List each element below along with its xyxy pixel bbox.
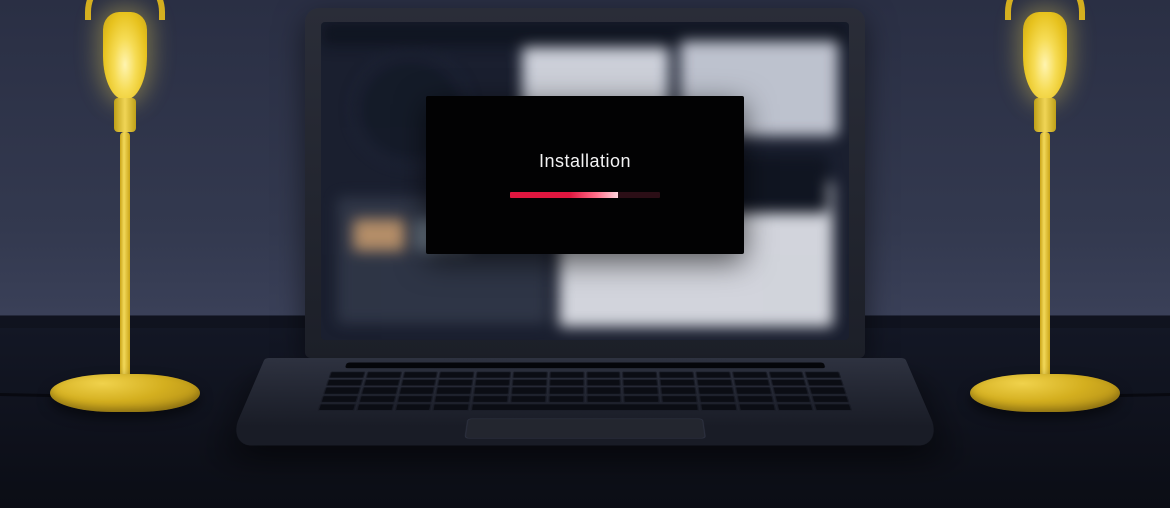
keyboard bbox=[318, 372, 853, 411]
touch-bar bbox=[345, 363, 825, 369]
lamp-stem bbox=[1040, 132, 1050, 382]
lamp-base bbox=[970, 374, 1120, 412]
trackpad bbox=[464, 418, 705, 438]
laptop: Installation bbox=[265, 8, 905, 498]
lamp-socket bbox=[114, 98, 136, 132]
laptop-lid: Installation bbox=[305, 8, 865, 358]
lamp-base bbox=[50, 374, 200, 412]
installation-dialog: Installation bbox=[426, 96, 744, 254]
lamp-stem bbox=[120, 132, 130, 382]
lamp-socket bbox=[1034, 98, 1056, 132]
scene-photo: Installation bbox=[0, 0, 1170, 508]
desk-lamp-left bbox=[40, 12, 210, 412]
desk-lamp-right bbox=[960, 12, 1130, 412]
lightbulb-icon bbox=[1023, 12, 1067, 100]
laptop-deck bbox=[227, 358, 942, 446]
progress-bar bbox=[510, 192, 660, 198]
installation-title: Installation bbox=[539, 151, 631, 172]
lightbulb-icon bbox=[103, 12, 147, 100]
laptop-screen: Installation bbox=[321, 22, 849, 340]
progress-bar-fill bbox=[510, 192, 618, 198]
